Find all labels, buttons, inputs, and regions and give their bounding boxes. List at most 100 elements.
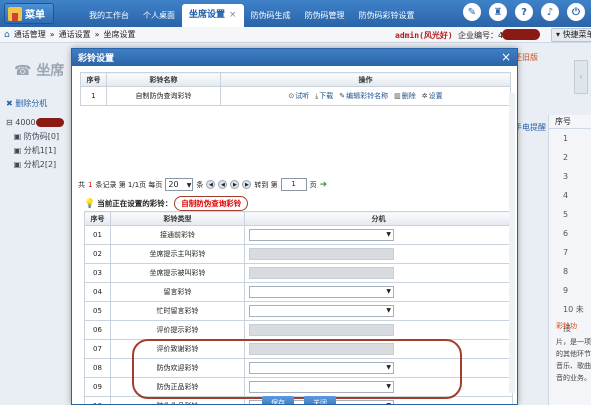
breadcrumb-bar: ⌂ 通话管理 » 通话设置 » 坐席设置 admin(风光好) 企业编号：400… bbox=[0, 27, 591, 43]
row-no: 06 bbox=[84, 320, 111, 340]
tab-desktop[interactable]: 个人桌面 bbox=[136, 4, 182, 27]
tab-seat-settings-label: 坐席设置 bbox=[189, 10, 226, 20]
top-bar: 菜单 我的工作台 个人桌面 坐席设置 × 防伪码生成 防伪码管理 防伪码彩铃设置… bbox=[0, 0, 591, 27]
tab-code-manage[interactable]: 防伪码管理 bbox=[298, 4, 352, 27]
extension-select[interactable] bbox=[249, 229, 394, 241]
play-button[interactable]: ⊙ 试听 bbox=[288, 91, 309, 101]
extension-cell bbox=[244, 358, 513, 378]
side-heading: 彩铃功 bbox=[556, 322, 577, 330]
next-page-icon[interactable]: ▶ bbox=[230, 180, 240, 189]
extension-select-disabled bbox=[249, 248, 394, 260]
table-row: 04 留言彩铃 bbox=[84, 282, 513, 302]
panel-row: 3 bbox=[563, 172, 569, 181]
tree-node[interactable]: ▣ 分机1[1] bbox=[6, 144, 64, 158]
column-header: 彩铃名称 bbox=[106, 72, 221, 87]
dialog-header: 彩铃设置 × bbox=[72, 49, 517, 66]
ring-assignment-table: 序号 彩铃类型 分机 01 接通前彩铃 02 坐席提示主叫彩铃 03 坐席提示被… bbox=[84, 211, 513, 404]
settings-button[interactable]: ✲ 设置 bbox=[422, 91, 443, 101]
row-no: 09 bbox=[84, 377, 111, 397]
extension-cell bbox=[244, 320, 513, 340]
pager-total-prefix: 共 bbox=[78, 180, 85, 189]
quick-menu-button[interactable]: ▾ 快捷菜单 bbox=[551, 28, 591, 42]
tree-node[interactable]: ▣ 分机2[2] bbox=[6, 158, 64, 172]
panel-row: 4 bbox=[563, 191, 569, 200]
ring-type: 防伪伪品彩铃 bbox=[110, 396, 245, 404]
menu-button[interactable]: 菜单 bbox=[4, 3, 54, 24]
tools-icon[interactable]: ✎ bbox=[463, 3, 481, 21]
ring-type: 留言彩铃 bbox=[110, 282, 245, 302]
ring-list-table: 序号 彩铃名称 操作 1 自制防伪查询彩铃 ⊙ 试听 ⤓ 下载 ✎ 编辑彩铃名称 ▥ 删… bbox=[80, 72, 511, 106]
column-header: 分机 bbox=[244, 211, 513, 226]
extension-cell bbox=[244, 301, 513, 321]
row-no: 04 bbox=[84, 282, 111, 302]
current-ring-label: 当前正在设置的彩铃： bbox=[97, 199, 173, 208]
panel-row: 9 bbox=[563, 286, 569, 295]
first-page-icon[interactable]: ◀ bbox=[206, 180, 216, 189]
pager-total-suffix: 条记录 第 1/1页 每页 bbox=[95, 180, 163, 189]
page-number-input[interactable]: 1 bbox=[280, 178, 307, 191]
save-button[interactable]: 保存 bbox=[262, 396, 294, 404]
page-size-select[interactable]: 20 bbox=[165, 178, 194, 191]
close-button[interactable]: 关闭 bbox=[304, 396, 336, 404]
pagination: 共 1 条记录 第 1/1页 每页 20 条 ◀ ◀ ▶ ▶ 转到 第 1 页 … bbox=[78, 178, 327, 191]
background-title: ☎ 坐席 bbox=[14, 63, 65, 79]
edit-name-button[interactable]: ✎ 编辑彩铃名称 bbox=[339, 91, 388, 101]
extension-cell bbox=[244, 339, 513, 359]
tree-root[interactable]: ⊟ 4000 bbox=[6, 116, 64, 130]
extension-cell bbox=[244, 282, 513, 302]
shirt-icon[interactable]: ♜ bbox=[489, 3, 507, 21]
table-row: 03 坐席提示被叫彩铃 bbox=[84, 263, 513, 283]
dialog-close-icon[interactable]: × bbox=[501, 50, 511, 64]
tree-node[interactable]: ▣ 防伪码[0] bbox=[6, 130, 64, 144]
ring-type: 评价提示彩铃 bbox=[110, 320, 245, 340]
tab-workbench[interactable]: 我的工作台 bbox=[82, 4, 136, 27]
column-header: 操作 bbox=[220, 72, 511, 87]
download-button[interactable]: ⤓ 下载 bbox=[315, 91, 333, 101]
ring-type: 忙时留言彩铃 bbox=[110, 301, 245, 321]
breadcrumb-item[interactable]: 通话设置 bbox=[59, 29, 91, 40]
column-header: 序号 bbox=[84, 211, 111, 226]
column-header: 彩铃类型 bbox=[110, 211, 245, 226]
tab-code-generate[interactable]: 防伪码生成 bbox=[244, 4, 298, 27]
ring-type: 防伪正品彩铃 bbox=[110, 377, 245, 397]
top-icon-group: ✎ ♜ ? ♪ ⏻ bbox=[463, 3, 585, 21]
remind-link[interactable]: 手电提醒 bbox=[514, 122, 546, 133]
panel-row: 5 bbox=[563, 210, 569, 219]
tab-strip: 我的工作台 个人桌面 坐席设置 × 防伪码生成 防伪码管理 防伪码彩铃设置 bbox=[82, 4, 422, 27]
panel-row: 10 未接 bbox=[563, 305, 584, 333]
chevron-left-icon[interactable]: ‹ bbox=[574, 60, 588, 94]
table-row: 01 接通前彩铃 bbox=[84, 225, 513, 245]
extension-cell bbox=[244, 263, 513, 283]
extension-select-disabled bbox=[249, 343, 394, 355]
row-no: 02 bbox=[84, 244, 111, 264]
ring-name: 自制防伪查询彩铃 bbox=[106, 86, 221, 106]
prev-page-icon[interactable]: ◀ bbox=[218, 180, 228, 189]
delete-label: 删除 bbox=[401, 92, 416, 100]
extension-select[interactable] bbox=[249, 381, 394, 393]
pager-total: 1 bbox=[88, 180, 93, 189]
side-body: 片，是一项的其他环节音乐、歌曲音的业务。 bbox=[556, 338, 591, 382]
go-icon[interactable]: ➜ bbox=[320, 180, 328, 190]
delete-branch-label: 删除分机 bbox=[15, 99, 48, 108]
goto-label: 转到 第 bbox=[254, 180, 278, 189]
extension-select[interactable] bbox=[249, 286, 394, 298]
ring-type: 防伪欢迎彩铃 bbox=[110, 358, 245, 378]
extension-select[interactable] bbox=[249, 362, 394, 374]
tab-ring-settings[interactable]: 防伪码彩铃设置 bbox=[352, 4, 422, 27]
bell-icon[interactable]: ♪ bbox=[541, 3, 559, 21]
tab-seat-settings[interactable]: 坐席设置 × bbox=[182, 4, 244, 27]
help-icon[interactable]: ? bbox=[515, 3, 533, 21]
table-row: 02 坐席提示主叫彩铃 bbox=[84, 244, 513, 264]
extension-select-disabled bbox=[249, 267, 394, 279]
extension-select[interactable] bbox=[249, 305, 394, 317]
dialog-scrollbar[interactable] bbox=[509, 93, 515, 393]
play-label: 试听 bbox=[295, 92, 310, 100]
tab-close-icon[interactable]: × bbox=[229, 4, 237, 27]
last-page-icon[interactable]: ▶ bbox=[242, 180, 252, 189]
delete-button[interactable]: ▥ 删除 bbox=[394, 91, 416, 101]
current-user: admin(风光好) bbox=[395, 31, 453, 40]
breadcrumb-item[interactable]: 通话管理 bbox=[14, 29, 46, 40]
power-icon[interactable]: ⏻ bbox=[567, 3, 585, 21]
delete-branch-link[interactable]: ✖ 删除分机 bbox=[6, 98, 47, 109]
quick-menu-label: 快捷菜单 bbox=[562, 30, 591, 39]
